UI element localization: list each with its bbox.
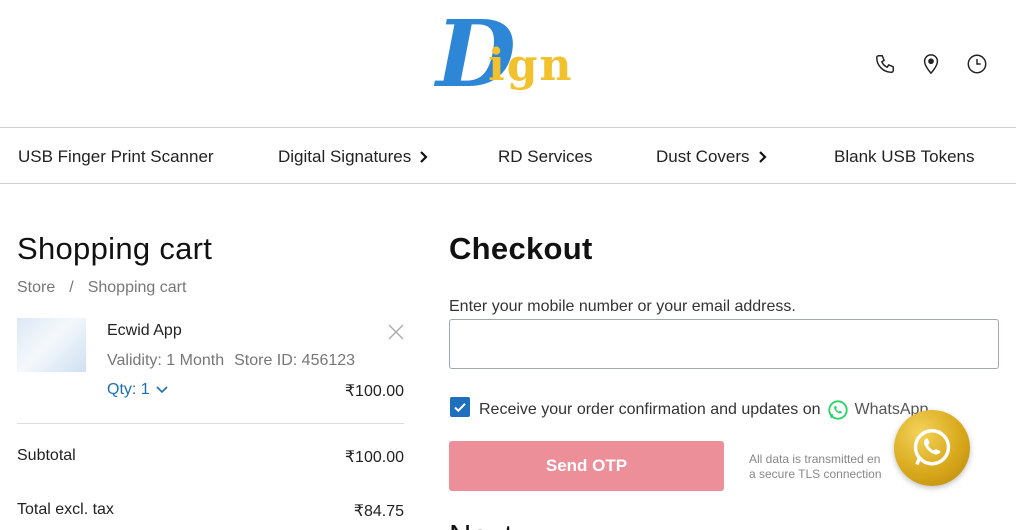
site-logo[interactable]: D ign [436,8,582,106]
product-options: Validity: 1 Month Store ID: 456123 [107,352,355,370]
whatsapp-icon [827,400,848,420]
product-store-id: Store ID: 456123 [234,352,356,369]
total-excl-tax-value: ₹84.75 [353,503,404,520]
product-price: ₹100.00 [344,383,404,400]
product-name[interactable]: Ecwid App [107,322,182,340]
next-section-heading: Next [449,518,513,530]
whatsapp-optin-checkbox[interactable] [450,397,470,417]
chevron-right-icon [420,151,428,163]
nav-item-label: Dust Covers [656,147,750,166]
subtotal-label: Subtotal [17,447,76,464]
breadcrumb-store-link[interactable]: Store [17,279,55,297]
total-excl-tax-label: Total excl. tax [17,501,114,518]
contact-field-label: Enter your mobile number or your email a… [449,298,796,315]
location-pin-icon[interactable] [920,53,942,75]
quantity-label: Qty: 1 [107,381,150,398]
whatsapp-optin-label[interactable]: Receive your order confirmation and upda… [479,399,928,421]
main-nav: USB Finger Print Scanner Digital Signatu… [0,129,1016,184]
secure-note-line1: All data is transmitted en [749,452,881,466]
product-thumbnail[interactable] [17,318,86,372]
nav-item-label: Digital Signatures [278,147,412,166]
secure-connection-note: All data is transmitted en a secure TLS … [749,452,909,482]
nav-item-label: Blank USB Tokens [834,147,975,166]
chevron-right-icon [758,151,767,163]
breadcrumb: Store / Shopping cart [17,279,186,297]
header-actions [874,53,988,75]
chevron-down-icon [156,386,168,394]
cart-divider [17,423,404,424]
logo-wordmark: ign [488,40,574,91]
checkmark-icon [454,403,466,413]
quantity-selector[interactable]: Qty: 1 [107,381,168,399]
site-header: D ign [0,0,1016,128]
product-validity: Validity: 1 Month [107,352,225,369]
nav-item-usb-finger-print-scanner[interactable]: USB Finger Print Scanner [18,147,214,167]
secure-note-line2: a secure TLS connection [749,467,882,481]
subtotal-value: ₹100.00 [344,449,404,466]
nav-item-digital-signatures[interactable]: Digital Signatures [278,147,429,167]
nav-item-blank-usb-tokens[interactable]: Blank USB Tokens [834,147,974,167]
breadcrumb-separator: / [69,279,74,296]
whatsapp-icon [913,429,951,466]
send-otp-button[interactable]: Send OTP [449,441,724,491]
nav-item-label: USB Finger Print Scanner [18,147,214,166]
breadcrumb-current: Shopping cart [87,279,187,296]
contact-input[interactable] [449,319,999,369]
nav-item-label: RD Services [498,147,593,166]
checkout-title: Checkout [449,231,593,266]
whatsapp-chat-button[interactable] [894,410,970,486]
clock-icon[interactable] [966,53,988,75]
whatsapp-optin-text: Receive your order confirmation and upda… [479,401,821,418]
cart-title: Shopping cart [17,231,213,266]
phone-icon[interactable] [874,53,896,75]
nav-item-dust-covers[interactable]: Dust Covers [656,147,768,167]
nav-item-rd-services[interactable]: RD Services [498,147,592,167]
remove-item-icon[interactable] [387,323,405,341]
